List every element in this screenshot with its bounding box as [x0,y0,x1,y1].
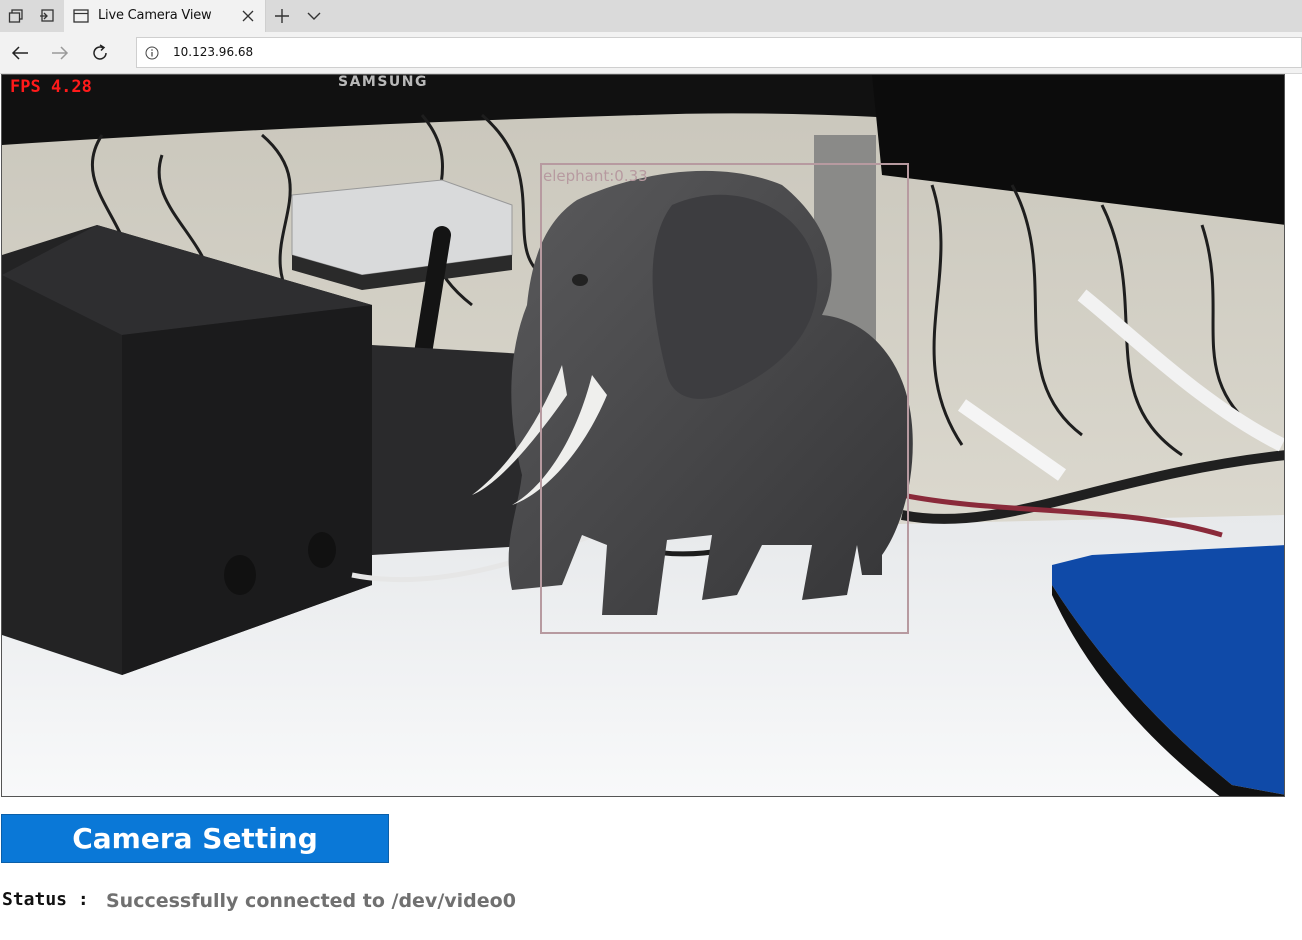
monitor-brand-text: SAMSUNG [338,74,429,90]
status-label: Status : [2,889,89,910]
chevron-down-icon[interactable] [304,7,324,25]
fps-readout: FPS 4.28 [10,77,92,97]
info-icon[interactable] [145,46,159,60]
close-icon[interactable] [240,8,256,24]
detection-bounding-box [540,163,909,634]
camera-setting-button[interactable]: Camera Setting [1,814,389,863]
navigation-bar: 10.123.96.68 [0,32,1302,74]
tab-aside-icon[interactable] [36,5,58,27]
url-text: 10.123.96.68 [173,45,254,59]
forward-arrow-icon[interactable] [48,41,72,65]
tab-live-camera-view[interactable]: Live Camera View [64,0,266,32]
tab-manager-icon[interactable] [5,5,27,27]
status-message: Successfully connected to /dev/video0 [106,890,516,912]
tab-title: Live Camera View [98,8,212,23]
camera-view: SAMSUNG FPS 4.28 elephant:0.33 [1,74,1285,797]
tab-bar: Live Camera View [0,0,1302,32]
page-icon [73,9,89,23]
address-bar[interactable]: 10.123.96.68 [136,37,1302,68]
detection-label: elephant:0.33 [543,167,648,185]
back-arrow-icon[interactable] [8,41,32,65]
refresh-icon[interactable] [88,41,112,65]
plus-icon[interactable] [272,6,292,26]
